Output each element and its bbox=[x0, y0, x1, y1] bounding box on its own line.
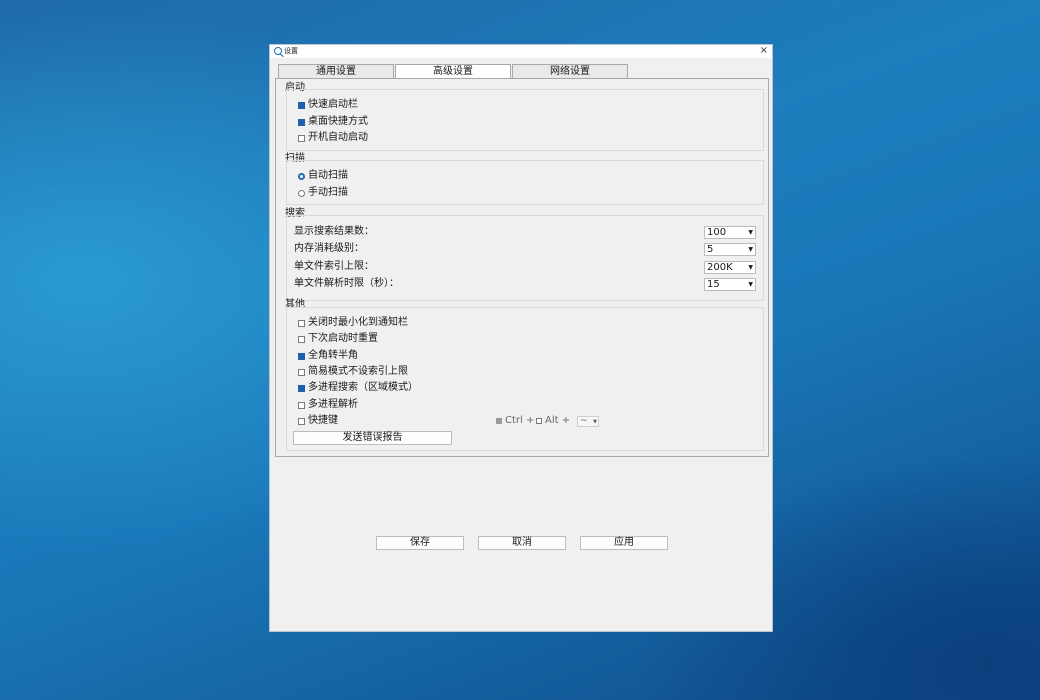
simple-mode-no-index-limit[interactable]: 简易模式不设索引上限 bbox=[298, 365, 408, 379]
advanced-settings-panel: 启动 快速启动栏 桌面快捷方式 开机自动启动 扫描 自动扫描 手动扫描 搜索 显… bbox=[275, 78, 769, 457]
save-button[interactable]: 保存 bbox=[376, 536, 464, 550]
checkbox-label: 多进程搜索（区域模式） bbox=[308, 382, 418, 393]
scan-manual-option[interactable]: 手动扫描 bbox=[298, 186, 348, 200]
multiprocess-parse[interactable]: 多进程解析 bbox=[298, 398, 358, 412]
select-value: 5 bbox=[707, 244, 714, 255]
index-limit-label: 单文件索引上限： bbox=[294, 261, 374, 272]
tab-advanced[interactable]: 高级设置 bbox=[395, 64, 511, 78]
result-count-select[interactable]: 100 ▼ bbox=[704, 226, 756, 239]
checkbox-label: 快速启动栏 bbox=[308, 99, 358, 110]
alt-label: Alt + bbox=[545, 415, 571, 426]
send-error-report-button[interactable]: 发送错误报告 bbox=[293, 431, 452, 445]
checkbox[interactable] bbox=[298, 319, 305, 327]
radio-button[interactable] bbox=[298, 172, 305, 180]
settings-window: 设置 × 通用设置 高级设置 网络设置 启动 快速启动栏 桌面快捷方式 开机自动… bbox=[269, 44, 773, 632]
ctrl-label: Ctrl + bbox=[505, 415, 535, 426]
chevron-down-icon: ▼ bbox=[748, 281, 753, 288]
radio-button[interactable] bbox=[298, 189, 305, 197]
cancel-button[interactable]: 取消 bbox=[478, 536, 566, 550]
close-icon[interactable]: × bbox=[760, 45, 768, 57]
select-value: ~ bbox=[580, 416, 588, 426]
scan-auto-option[interactable]: 自动扫描 bbox=[298, 169, 348, 183]
checkbox-label: 简易模式不设索引上限 bbox=[308, 366, 408, 377]
checkbox[interactable] bbox=[536, 418, 542, 424]
tab-general[interactable]: 通用设置 bbox=[278, 64, 394, 78]
tab-network[interactable]: 网络设置 bbox=[512, 64, 628, 78]
window-title: 设置 bbox=[284, 47, 298, 55]
checkbox[interactable] bbox=[298, 118, 305, 126]
search-result-count-label: 显示搜索结果数： bbox=[294, 226, 374, 237]
apply-button[interactable]: 应用 bbox=[580, 536, 668, 550]
checkbox[interactable] bbox=[298, 101, 305, 109]
memory-level-select[interactable]: 5 ▼ bbox=[704, 243, 756, 256]
select-value: 15 bbox=[707, 279, 720, 290]
checkbox[interactable] bbox=[298, 368, 305, 376]
chevron-down-icon: ▼ bbox=[593, 419, 597, 425]
checkbox-label: 桌面快捷方式 bbox=[308, 116, 368, 127]
checkbox[interactable] bbox=[298, 134, 305, 142]
radio-label: 自动扫描 bbox=[308, 170, 348, 181]
chevron-down-icon: ▼ bbox=[748, 229, 753, 236]
reset-on-next-start[interactable]: 下次启动时重置 bbox=[298, 332, 378, 346]
multiprocess-search[interactable]: 多进程搜索（区域模式） bbox=[298, 381, 418, 395]
memory-level-label: 内存消耗级别： bbox=[294, 243, 364, 254]
title-bar: 设置 × bbox=[270, 45, 772, 58]
minimize-to-tray[interactable]: 关闭时最小化到通知栏 bbox=[298, 316, 408, 330]
checkbox[interactable] bbox=[298, 352, 305, 360]
parse-time-limit-label: 单文件解析时限（秒）： bbox=[294, 278, 399, 289]
checkbox-label: 全角转半角 bbox=[308, 350, 358, 361]
hotkey-key-select[interactable]: ~ ▼ bbox=[577, 416, 599, 427]
startup-quick-launch[interactable]: 快速启动栏 bbox=[298, 98, 358, 112]
checkbox-label: 快捷键 bbox=[308, 415, 338, 426]
index-limit-select[interactable]: 200K ▼ bbox=[704, 261, 756, 274]
checkbox-label: 下次启动时重置 bbox=[308, 333, 378, 344]
startup-desktop-shortcut[interactable]: 桌面快捷方式 bbox=[298, 115, 368, 129]
checkbox[interactable] bbox=[298, 417, 305, 425]
checkbox-label: 多进程解析 bbox=[308, 399, 358, 410]
hotkey-alt[interactable]: Alt + bbox=[536, 414, 570, 428]
checkbox[interactable] bbox=[298, 401, 305, 409]
scan-groupbox bbox=[286, 160, 764, 205]
search-icon bbox=[274, 47, 282, 55]
fullwidth-to-halfwidth[interactable]: 全角转半角 bbox=[298, 349, 358, 363]
checkbox-label: 开机自动启动 bbox=[308, 132, 368, 143]
radio-label: 手动扫描 bbox=[308, 187, 348, 198]
hotkey-toggle[interactable]: 快捷键 bbox=[298, 414, 338, 428]
checkbox[interactable] bbox=[298, 335, 305, 343]
checkbox-label: 关闭时最小化到通知栏 bbox=[308, 317, 408, 328]
chevron-down-icon: ▼ bbox=[748, 264, 753, 271]
parse-time-limit-select[interactable]: 15 ▼ bbox=[704, 278, 756, 291]
checkbox[interactable] bbox=[298, 384, 305, 392]
chevron-down-icon: ▼ bbox=[748, 246, 753, 253]
select-value: 200K bbox=[707, 262, 733, 273]
hotkey-ctrl[interactable]: Ctrl + bbox=[496, 414, 534, 428]
checkbox[interactable] bbox=[496, 418, 502, 424]
select-value: 100 bbox=[707, 227, 727, 238]
startup-autostart[interactable]: 开机自动启动 bbox=[298, 131, 368, 145]
